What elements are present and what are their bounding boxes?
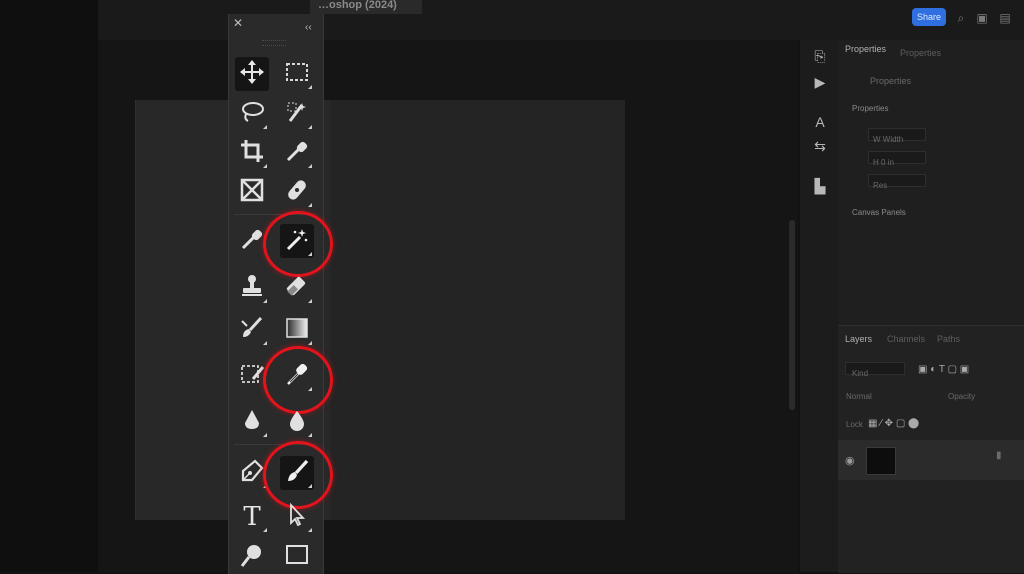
opacity-label[interactable]: Opacity [948,392,975,401]
workspace-icon[interactable]: ▣ [975,11,989,25]
highlight-ring-eyedropper [263,346,333,414]
stamp-icon [239,273,265,304]
width-field[interactable]: W Width [868,128,926,144]
gradient-icon [284,315,310,346]
resolution-field[interactable]: Res [868,174,926,190]
visibility-eye-icon[interactable]: ◉ [845,455,859,467]
crop-icon [239,138,265,169]
arrange-icon[interactable]: ▤ [998,11,1012,25]
top-bar [0,0,1024,40]
sharpen-tool[interactable] [235,405,269,439]
path-selection-tool[interactable] [280,500,314,534]
move-icon [239,59,265,90]
brush-adjust-tool[interactable] [235,313,269,347]
play-icon[interactable]: ▶ [812,74,828,90]
marquee-icon [284,59,310,90]
lock-icons[interactable]: ▦ ⁄ ✥ ▢ ⬤ [868,418,919,429]
tab-paths[interactable]: Paths [937,334,960,344]
history-icon[interactable]: ⎘ [812,48,828,64]
dodge-icon [239,542,265,573]
character-icon[interactable]: A [812,114,828,130]
dodge-tool[interactable] [235,540,269,574]
doc-properties-label: Properties [870,76,912,86]
drop-icon [284,407,310,438]
sharpen-icon [239,407,265,438]
layer-filter[interactable]: Kind [845,362,905,378]
dashed-brush-icon [239,361,265,392]
libraries-icon[interactable]: ▙ [812,178,828,194]
frame-tool[interactable] [235,175,269,209]
blur-tool[interactable] [280,405,314,439]
collapse-icon[interactable]: ‹‹ [305,22,319,34]
bandage-icon [284,177,310,208]
eyedropper-tool[interactable] [280,136,314,170]
highlight-ring-brush [263,441,333,509]
arrow-icon [284,502,310,533]
clone-stamp-tool[interactable] [235,271,269,305]
highlight-ring-magic-wand [263,211,333,277]
drag-handle[interactable] [262,40,286,46]
eraser-tool[interactable] [280,271,314,305]
rectangle-icon [284,542,310,573]
object-selection-tool[interactable] [280,97,314,131]
crop-tool[interactable] [235,136,269,170]
tab-layers[interactable]: Layers [845,334,872,344]
tab-channels[interactable]: Channels [887,334,925,344]
pen-icon [239,458,265,489]
frame-icon [239,177,265,208]
gradient-tool[interactable] [280,313,314,347]
brush-icon [239,315,265,346]
eraser-icon [284,273,310,304]
eyedropper-icon [239,226,265,257]
tab-adjustments[interactable]: Properties [900,48,941,58]
filter-icons[interactable]: ▣ ◐ T ▢ ▣ [918,364,969,375]
section-properties: Properties [852,104,889,113]
tab-properties[interactable]: Properties [845,44,886,54]
type-icon: T [243,502,261,532]
layer-thumbnail [866,447,896,475]
lock-label: Lock [846,420,863,429]
rectangle-tool[interactable] [280,540,314,574]
move-tool[interactable] [235,57,269,91]
rectangular-marquee-tool[interactable] [280,57,314,91]
height-field[interactable]: H 0 in [868,151,926,167]
share-button[interactable]: Share [912,8,946,26]
vertical-scrollbar[interactable] [789,220,795,410]
object-select-icon [284,99,310,130]
lasso-tool[interactable] [235,97,269,131]
lock-icon: ▮ [996,450,1002,461]
adjustments-icon[interactable]: ⇆ [812,138,828,154]
search-icon[interactable]: ⌕ [954,11,968,25]
type-tool[interactable]: T [235,500,269,534]
document-tab[interactable]: …oshop (2024) [310,0,422,14]
close-icon[interactable]: ✕ [233,17,245,29]
eyedropper-icon [284,138,310,169]
lasso-icon [239,99,265,130]
spot-healing-tool[interactable] [280,175,314,209]
section-canvas: Canvas Panels [852,208,906,217]
blend-mode[interactable]: Normal [846,392,872,401]
left-dock [0,0,98,572]
